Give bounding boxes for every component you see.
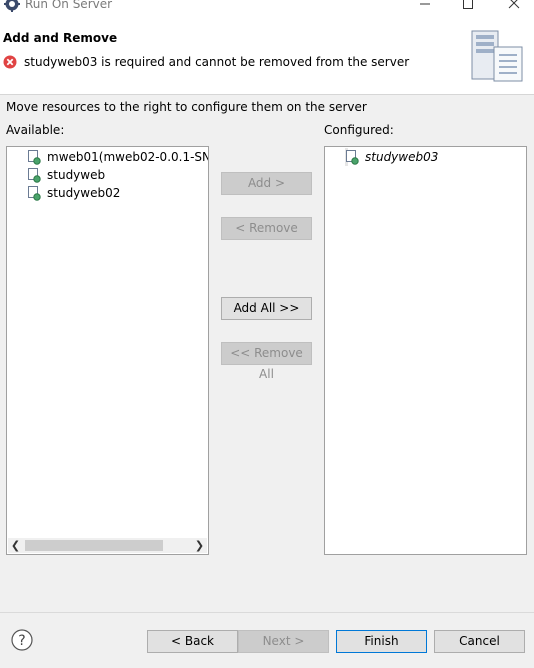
item-label: mweb01(mweb02-0.0.1-SNAP xyxy=(47,150,209,164)
title-bar: Run On Server xyxy=(0,0,534,14)
configured-label: Configured: xyxy=(324,123,394,137)
item-label: studyweb02 xyxy=(47,186,121,200)
configured-list[interactable]: studyweb03 xyxy=(324,146,527,555)
footer-divider xyxy=(0,612,534,613)
maximize-icon[interactable] xyxy=(458,0,478,13)
page-description: Move resources to the right to configure… xyxy=(6,100,367,114)
web-project-icon xyxy=(346,150,359,165)
remove-all-button[interactable]: << Remove All xyxy=(221,342,312,381)
back-button[interactable]: < Back xyxy=(147,630,238,653)
scroll-thumb[interactable] xyxy=(25,540,163,551)
scroll-right-icon[interactable]: ❯ xyxy=(192,538,207,553)
remove-button[interactable]: < Remove xyxy=(221,217,312,240)
scroll-left-icon[interactable]: ❮ xyxy=(8,538,23,553)
minimize-icon[interactable] xyxy=(415,0,435,13)
svg-text:?: ? xyxy=(18,633,25,649)
cancel-button[interactable]: Cancel xyxy=(434,630,525,653)
add-button[interactable]: Add > xyxy=(221,172,312,195)
web-project-icon xyxy=(28,186,41,201)
wizard-header: Add and Remove studyweb03 is required an… xyxy=(0,14,534,95)
list-item[interactable]: studyweb03 xyxy=(345,148,438,166)
help-icon[interactable]: ? xyxy=(11,629,33,651)
item-label: studyweb03 xyxy=(365,150,439,164)
horizontal-scrollbar[interactable]: ❮ ❯ xyxy=(8,538,207,553)
error-icon xyxy=(3,55,17,69)
next-button[interactable]: Next > xyxy=(238,630,329,653)
window-title: Run On Server xyxy=(25,0,113,11)
error-message: studyweb03 is required and cannot be rem… xyxy=(24,55,410,69)
finish-button[interactable]: Finish xyxy=(336,630,427,653)
server-gear-icon xyxy=(4,0,20,12)
add-all-button[interactable]: Add All >> xyxy=(221,297,312,320)
available-list[interactable]: mweb01(mweb02-0.0.1-SNAP studyweb studyw… xyxy=(6,146,209,555)
web-project-icon xyxy=(28,168,41,183)
server-banner-icon xyxy=(471,30,523,82)
available-label: Available: xyxy=(6,123,65,137)
item-label: studyweb xyxy=(47,168,106,182)
web-project-icon xyxy=(28,150,41,165)
page-title: Add and Remove xyxy=(3,31,118,45)
close-icon[interactable] xyxy=(504,0,524,13)
